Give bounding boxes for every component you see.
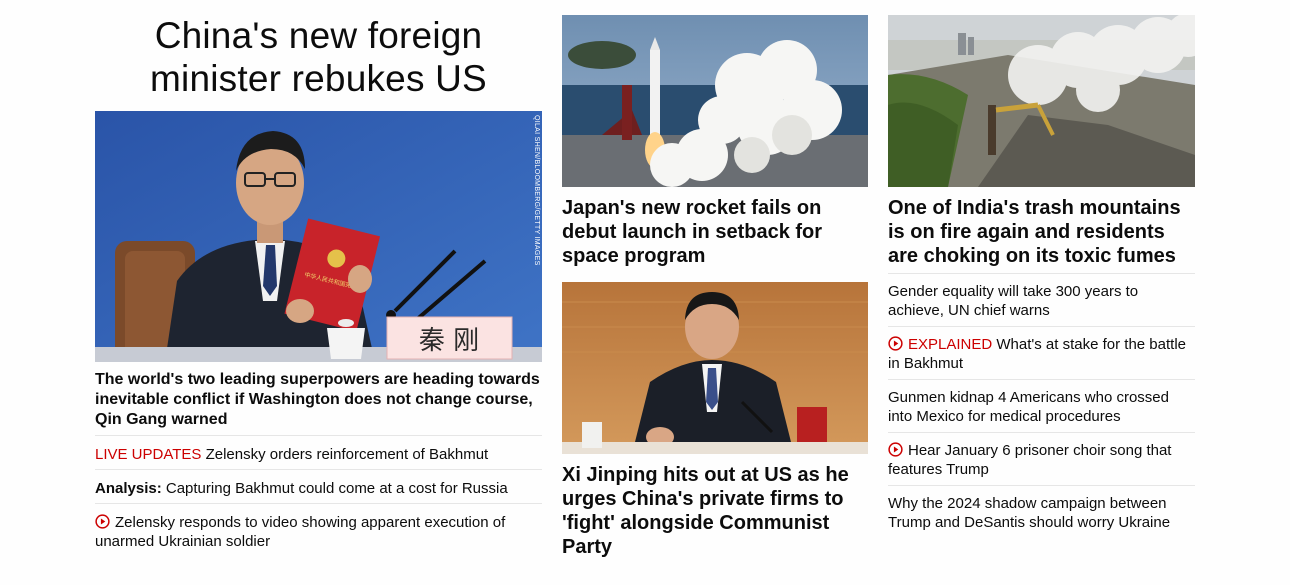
rocket-image[interactable] bbox=[562, 15, 868, 187]
related-link-3[interactable]: Zelensky responds to video showing appar… bbox=[95, 503, 542, 551]
qin-gang-photo: 中华人民共和国宪法 秦 刚 bbox=[95, 111, 542, 362]
analysis-label: Analysis: bbox=[95, 480, 162, 497]
divider bbox=[888, 273, 1195, 274]
divider bbox=[888, 379, 1195, 380]
list-item[interactable]: Gender equality will take 300 years to a… bbox=[888, 273, 1195, 320]
list-item[interactable]: Why the 2024 shadow campaign between Tru… bbox=[888, 485, 1195, 532]
related-link-text: Zelensky responds to video showing appar… bbox=[95, 514, 506, 550]
divider bbox=[888, 485, 1195, 486]
svg-text:秦 刚: 秦 刚 bbox=[419, 326, 479, 356]
story-title-india-trash[interactable]: One of India's trash mountains is on fir… bbox=[888, 196, 1195, 268]
play-video-icon bbox=[888, 442, 903, 457]
lead-headline[interactable]: China's new foreign minister rebukes US bbox=[95, 14, 542, 100]
list-item[interactable]: EXPLAINED What's at stake for the battle… bbox=[888, 326, 1195, 373]
list-item[interactable]: Gunmen kidnap 4 Americans who crossed in… bbox=[888, 379, 1195, 426]
divider bbox=[888, 432, 1195, 433]
divider bbox=[95, 435, 542, 436]
play-video-icon bbox=[95, 514, 110, 529]
lead-image[interactable]: 中华人民共和国宪法 秦 刚 QILAI SHEN/BLOOMBERG/GETTY… bbox=[95, 111, 542, 362]
lead-story: China's new foreign minister rebukes US bbox=[95, 14, 542, 100]
trash-mountain-image[interactable] bbox=[888, 15, 1195, 187]
trash-fire-photo bbox=[888, 15, 1195, 187]
play-video-icon bbox=[888, 336, 903, 351]
related-link-2[interactable]: Analysis: Capturing Bakhmut could come a… bbox=[95, 469, 542, 498]
divider bbox=[95, 503, 542, 504]
explained-label: EXPLAINED bbox=[908, 336, 993, 353]
divider bbox=[95, 469, 542, 470]
xi-jinping-photo bbox=[562, 282, 868, 454]
xi-jinping-image[interactable] bbox=[562, 282, 868, 454]
story-title-rocket[interactable]: Japan's new rocket fails on debut launch… bbox=[562, 196, 868, 268]
related-link-1[interactable]: LIVE UPDATES Zelensky orders reinforceme… bbox=[95, 435, 542, 464]
lead-caption[interactable]: The world's two leading superpowers are … bbox=[95, 370, 542, 430]
list-item-text: Hear January 6 prisoner choir song that … bbox=[888, 442, 1172, 478]
story-title-xi-jinping[interactable]: Xi Jinping hits out at US as he urges Ch… bbox=[562, 463, 868, 559]
related-link-text: Capturing Bakhmut could come at a cost f… bbox=[165, 480, 508, 497]
rocket-launch-photo bbox=[562, 15, 868, 187]
divider bbox=[888, 326, 1195, 327]
live-updates-label: LIVE UPDATES bbox=[95, 446, 202, 463]
list-item[interactable]: Hear January 6 prisoner choir song that … bbox=[888, 432, 1195, 479]
image-credit: QILAI SHEN/BLOOMBERG/GETTY IMAGES bbox=[533, 115, 540, 266]
related-link-text: Zelensky orders reinforcement of Bakhmut bbox=[205, 446, 489, 463]
